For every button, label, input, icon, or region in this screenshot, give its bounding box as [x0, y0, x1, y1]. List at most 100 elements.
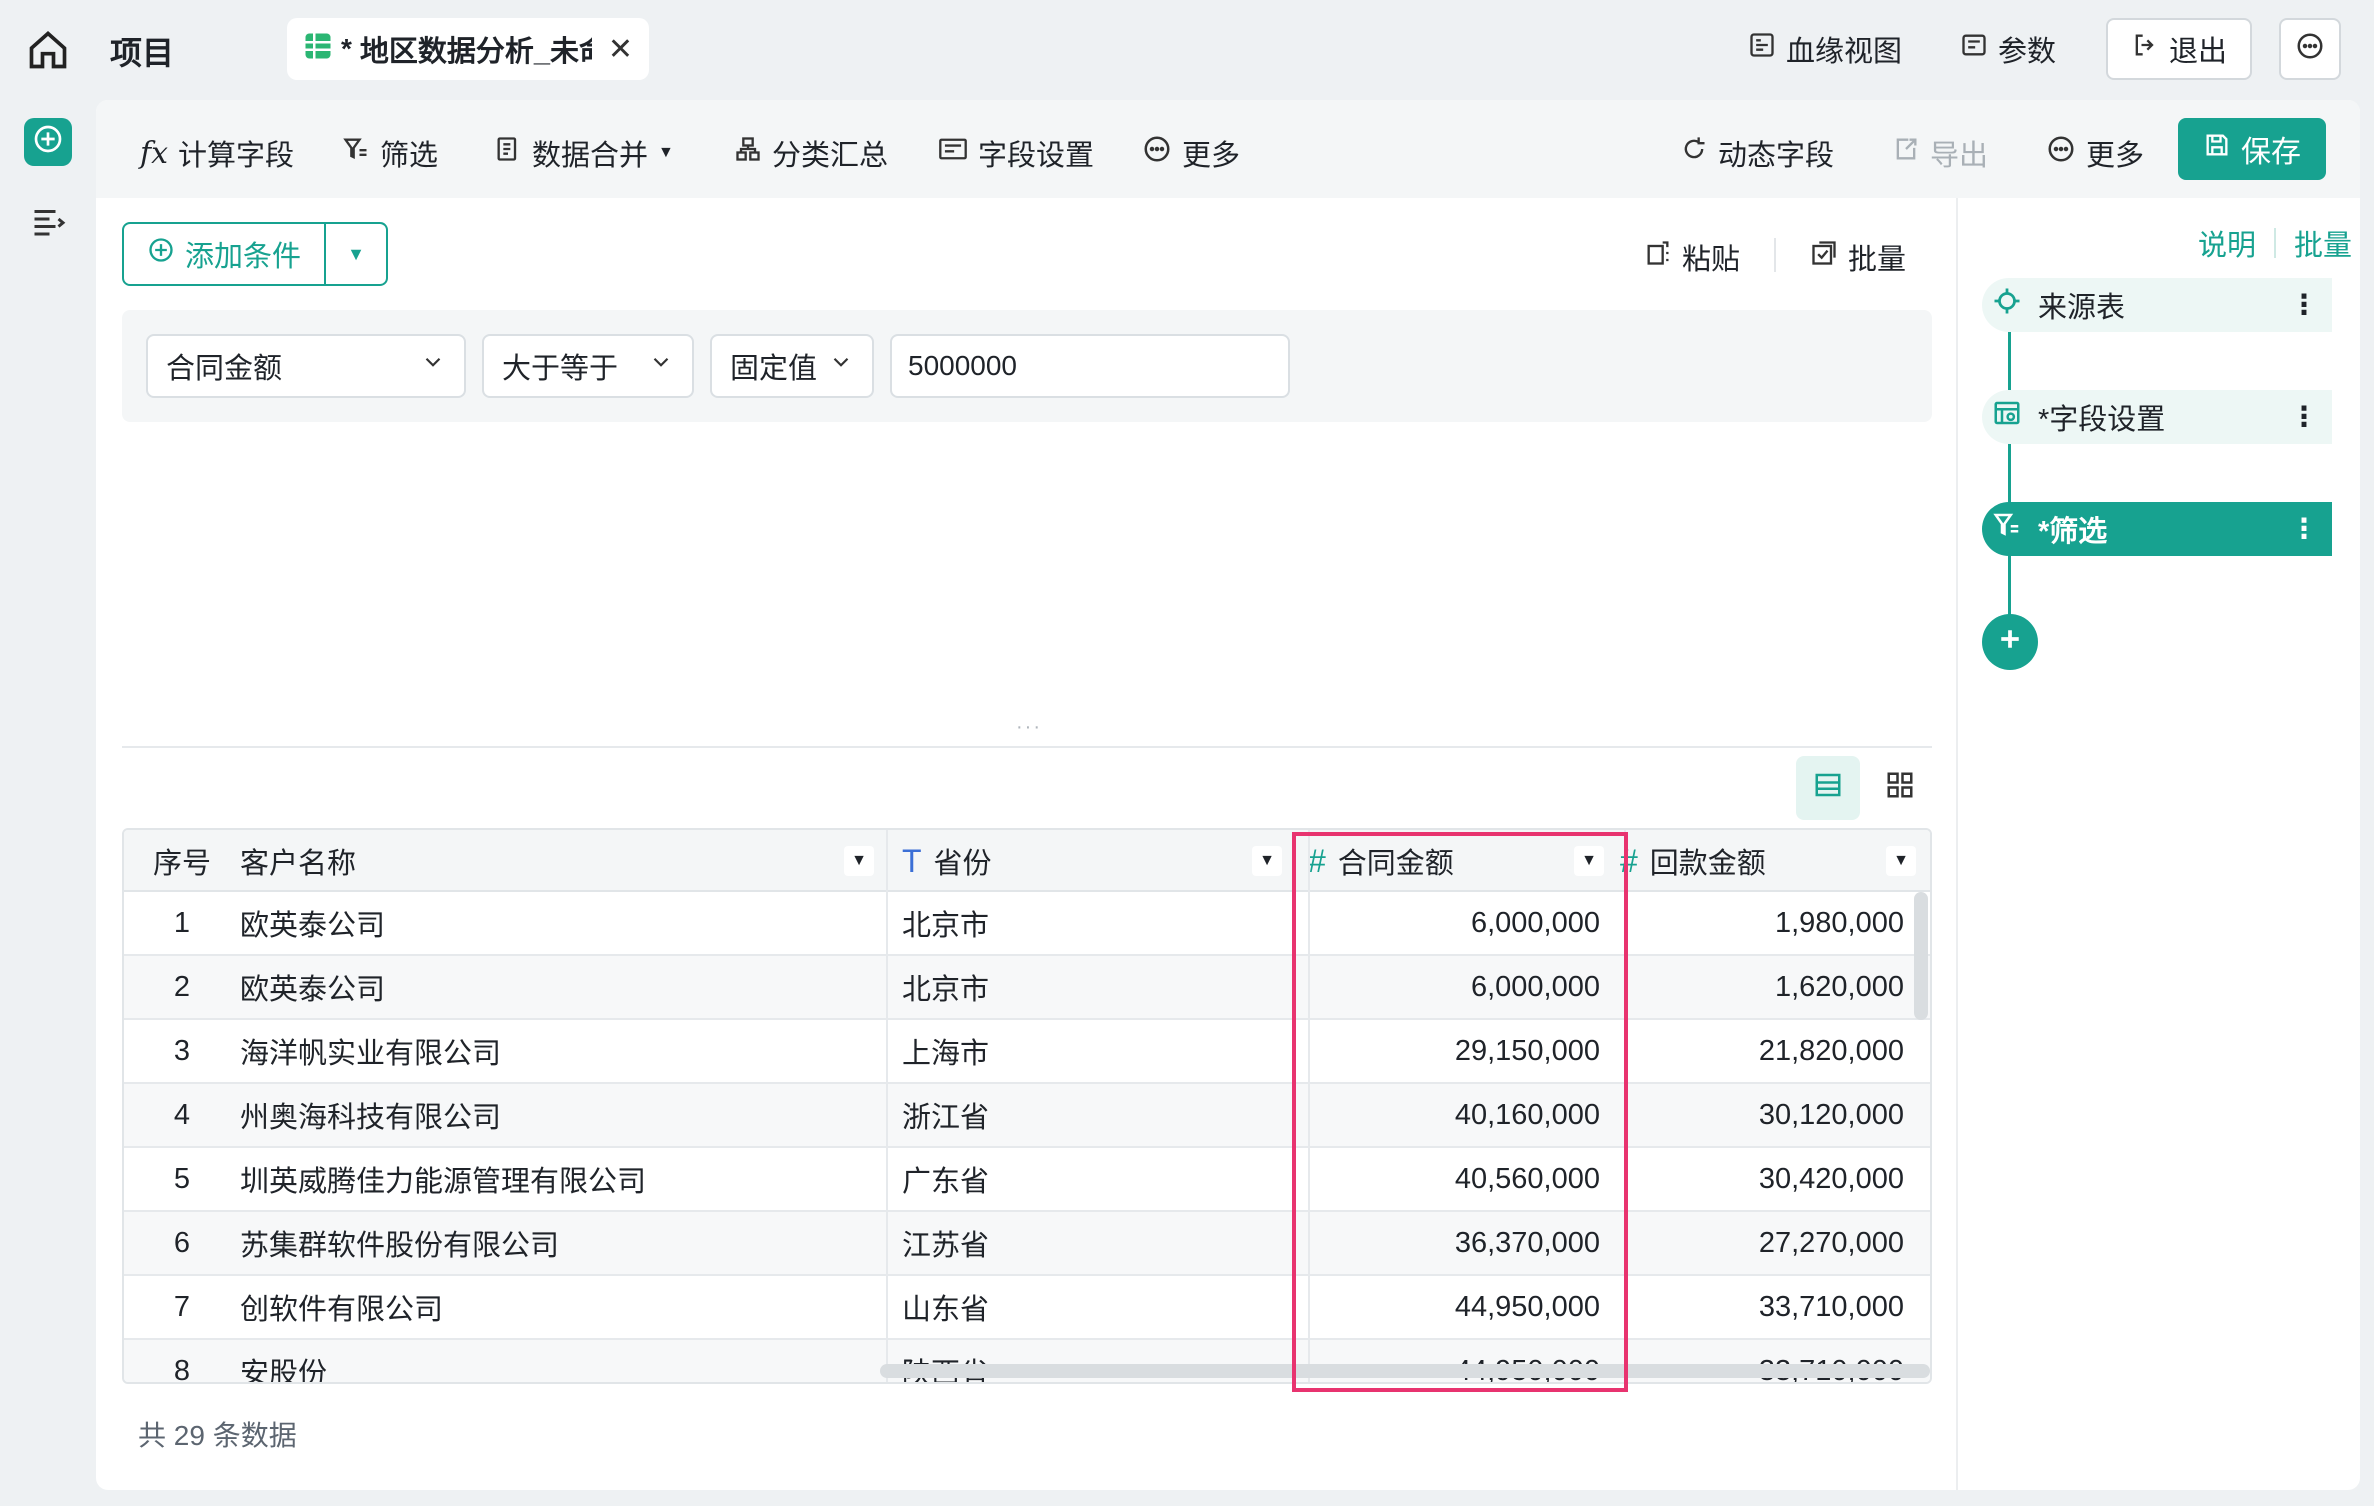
- group-icon: [734, 135, 762, 171]
- more-actions-button[interactable]: 更多: [2046, 132, 2144, 174]
- customer-name-cell: 创软件有限公司: [240, 1294, 444, 1326]
- more-options-button[interactable]: [2279, 18, 2341, 80]
- column-header-province[interactable]: T 省份: [890, 830, 1150, 892]
- lineage-icon: [1748, 31, 1776, 67]
- chevron-down-icon: [420, 349, 446, 383]
- row-index-cell: 4: [173, 1098, 191, 1131]
- kebab-icon[interactable]: ⋮: [2290, 288, 2318, 321]
- table-row[interactable]: 1 欧英泰公司 北京市 6,000,000 1,980,000: [124, 892, 1930, 956]
- table-row[interactable]: 7 创软件有限公司 山东省 44,950,000 33,710,000: [124, 1276, 1930, 1340]
- panel-divider[interactable]: [122, 746, 1932, 748]
- paste-icon: [1644, 239, 1672, 275]
- add-condition-dropdown[interactable]: ▼: [326, 224, 386, 284]
- add-project-button[interactable]: [24, 118, 72, 166]
- paste-button[interactable]: 粘贴: [1644, 236, 1740, 278]
- payment-amount-cell: 30,420,000: [1758, 1162, 1904, 1195]
- exit-button[interactable]: 退出: [2106, 18, 2252, 80]
- group-summary-label: 分类汇总: [772, 140, 889, 172]
- row-index-cell: 3: [173, 1034, 191, 1067]
- value-type-select[interactable]: 固定值: [710, 334, 874, 398]
- operator-select[interactable]: 大于等于: [482, 334, 694, 398]
- dynamic-field-label: 动态字段: [1718, 140, 1835, 172]
- table-view-button[interactable]: [1796, 756, 1860, 820]
- table-row[interactable]: 3 海洋帆实业有限公司 上海市 29,150,000 21,820,000: [124, 1020, 1930, 1084]
- more-actions-label: 更多: [2086, 140, 2145, 172]
- save-button[interactable]: 保存: [2178, 118, 2326, 180]
- more-icon: [2046, 134, 2076, 172]
- tab-current[interactable]: * 地区数据分析_未命名 ✕: [287, 18, 649, 80]
- dynamic-field-button[interactable]: 动态字段: [1680, 132, 1834, 174]
- more-tools-button[interactable]: 更多: [1142, 132, 1240, 174]
- row-index-cell: 5: [173, 1162, 191, 1195]
- value-input[interactable]: 5000000: [890, 334, 1290, 398]
- plus-circle-icon: [32, 123, 64, 162]
- filter-button[interactable]: 筛选: [342, 132, 438, 174]
- payment-amount-cell: 21,820,000: [1758, 1034, 1904, 1067]
- caret-down-icon[interactable]: ▼: [844, 846, 874, 876]
- group-summary-button[interactable]: 分类汇总: [734, 132, 888, 174]
- field-settings-button[interactable]: 字段设置: [938, 132, 1094, 174]
- step-source-table[interactable]: 来源表 ⋮: [1982, 278, 2332, 332]
- step-label: *筛选: [2038, 516, 2108, 548]
- payment-amount-label: 回款金额: [1649, 848, 1766, 880]
- row-index-cell: 8: [173, 1354, 191, 1384]
- text-type-icon: T: [902, 842, 922, 879]
- panel-separator: [1956, 198, 1958, 1490]
- outline-icon[interactable]: [30, 204, 66, 240]
- payment-amount-cell: 27,270,000: [1758, 1226, 1904, 1259]
- batch-link[interactable]: 批量: [2294, 222, 2352, 264]
- column-divider: [886, 830, 888, 1382]
- calc-field-button[interactable]: fx 计算字段: [140, 132, 294, 174]
- close-icon[interactable]: ✕: [608, 32, 633, 67]
- step-filter[interactable]: *筛选 ⋮: [1982, 502, 2332, 556]
- explain-link[interactable]: 说明: [2198, 222, 2256, 264]
- batch-button[interactable]: 批量: [1810, 236, 1906, 278]
- add-step-button[interactable]: [1982, 614, 2038, 670]
- table-row[interactable]: 4 州奥海科技有限公司 浙江省 40,160,000 30,120,000: [124, 1084, 1930, 1148]
- customer-name-cell: 苏集群软件股份有限公司: [240, 1230, 560, 1262]
- tab-label: 地区数据分析_未命名: [359, 36, 592, 68]
- divider: [1774, 238, 1776, 272]
- payment-amount-cell: 1,620,000: [1774, 970, 1904, 1003]
- params-icon: [1960, 31, 1988, 67]
- column-header-customer[interactable]: 客户名称: [240, 830, 540, 892]
- payment-amount-cell: 33,710,000: [1758, 1290, 1904, 1323]
- customer-name-cell: 海洋帆实业有限公司: [240, 1038, 502, 1070]
- plus-circle-icon: [147, 236, 175, 272]
- caret-down-icon[interactable]: ▼: [1886, 846, 1916, 876]
- params-button[interactable]: 参数: [1960, 28, 2056, 70]
- export-button[interactable]: 导出: [1892, 132, 1988, 174]
- grid-view-button[interactable]: [1868, 756, 1932, 820]
- caret-down-icon: ▼: [347, 243, 365, 264]
- merge-icon: [494, 135, 522, 171]
- kebab-icon[interactable]: ⋮: [2290, 512, 2318, 545]
- home-icon[interactable]: [26, 28, 70, 72]
- column-header-index: 序号: [152, 848, 211, 880]
- table-row[interactable]: 5 圳英威腾佳力能源管理有限公司 广东省 40,560,000 30,420,000: [124, 1148, 1930, 1212]
- province-cell: 山东省: [902, 1294, 990, 1326]
- paste-label: 粘贴: [1682, 244, 1741, 276]
- project-label[interactable]: 项目: [110, 28, 174, 74]
- value-type-select-value: 固定值: [730, 353, 818, 385]
- data-merge-button[interactable]: 数据合并 ▼: [494, 132, 674, 174]
- chevron-down-icon: [828, 349, 854, 383]
- ellipsis-circle-icon: [2295, 31, 2325, 68]
- table-row[interactable]: 2 欧英泰公司 北京市 6,000,000 1,620,000: [124, 956, 1930, 1020]
- lineage-view-button[interactable]: 血缘视图: [1748, 28, 1902, 70]
- customer-name-cell: 州奥海科技有限公司: [240, 1102, 502, 1134]
- vertical-scrollbar[interactable]: [1914, 892, 1928, 1020]
- step-field-settings[interactable]: *字段设置 ⋮: [1982, 390, 2332, 444]
- add-condition-button[interactable]: 添加条件: [124, 224, 326, 284]
- customer-name-cell: 圳英威腾佳力能源管理有限公司: [240, 1166, 647, 1198]
- table-header: 序号 客户名称 ▼ T 省份 ▼ # 合同金额 ▼ # 回款金额 ▼: [124, 830, 1930, 892]
- province-cell: 上海市: [902, 1038, 990, 1070]
- field-select[interactable]: 合同金额: [146, 334, 466, 398]
- caret-down-icon[interactable]: ▼: [1252, 846, 1282, 876]
- column-header-payment-amount[interactable]: # 回款金额: [1608, 830, 1868, 892]
- lineage-label: 血缘视图: [1786, 36, 1903, 68]
- payment-amount-cell: 30,120,000: [1758, 1098, 1904, 1131]
- resize-handle[interactable]: ···: [1016, 716, 1042, 739]
- province-cell: 江苏省: [902, 1230, 990, 1262]
- kebab-icon[interactable]: ⋮: [2290, 400, 2318, 433]
- table-row[interactable]: 6 苏集群软件股份有限公司 江苏省 36,370,000 27,270,000: [124, 1212, 1930, 1276]
